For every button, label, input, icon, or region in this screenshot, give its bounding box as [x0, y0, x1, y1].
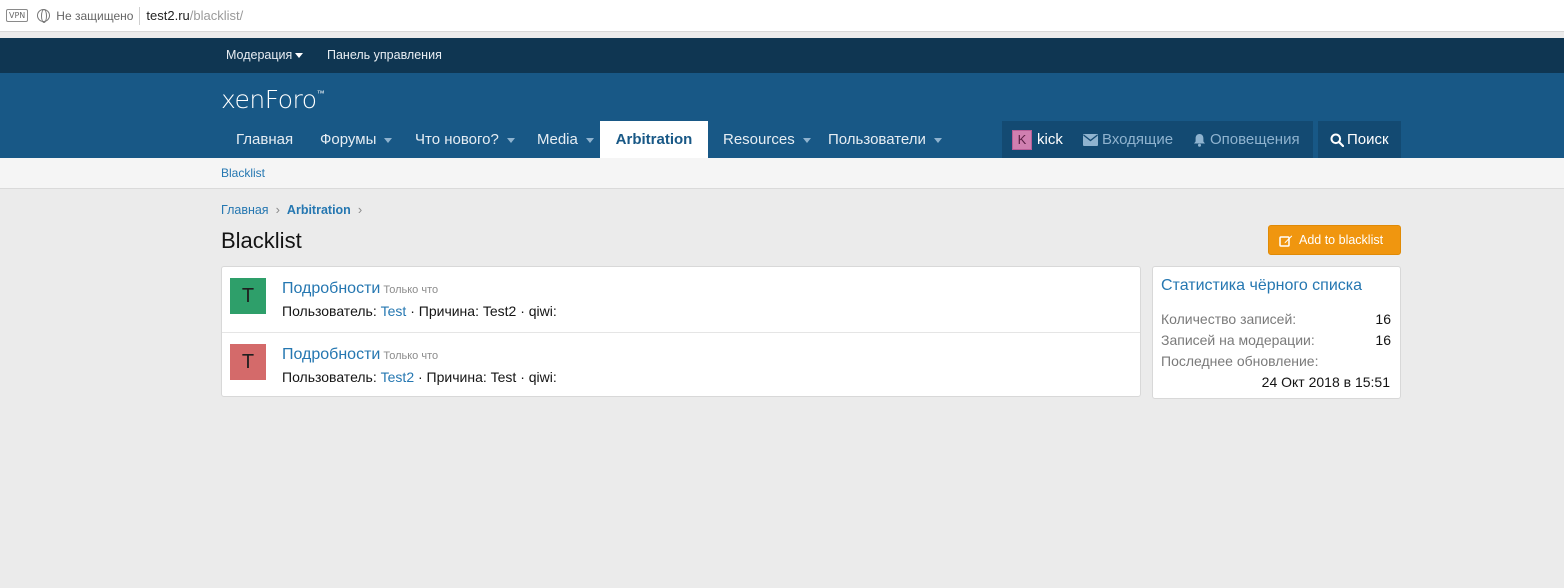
bell-icon [1194, 134, 1205, 147]
user-label: Пользователь: [282, 303, 377, 319]
stats-records-value: 16 [1375, 311, 1391, 327]
tab-label: Форумы [320, 131, 377, 148]
entry-title: Подробности Только что [282, 346, 438, 364]
sub-nav: Blacklist [0, 158, 1564, 189]
vpn-badge[interactable]: VPN [6, 9, 29, 22]
logo-tm: ™ [316, 89, 325, 98]
divider [139, 6, 141, 25]
tab-label: Resources [723, 131, 795, 148]
list-item: T Подробности Только что Пользователь: Te… [222, 267, 1140, 332]
tab-label: Media [537, 131, 578, 148]
moderation-label: Модерация [226, 48, 293, 62]
stats-records-row: Количество записей: 16 [1161, 311, 1391, 327]
inbox-label: Входящие [1102, 131, 1174, 148]
page-title: Blacklist [221, 228, 302, 253]
breadcrumb-arbitration[interactable]: Arbitration [287, 203, 351, 217]
security-status[interactable]: Не защищено [56, 9, 133, 23]
stats-records-label: Количество записей: [1161, 311, 1297, 327]
chevron-down-icon [295, 53, 304, 59]
stats-moderation-label: Записей на модерации: [1161, 332, 1315, 348]
breadcrumb: Главная › Arbitration › [221, 202, 369, 217]
inbox-link[interactable]: Входящие [1083, 121, 1173, 158]
avatar[interactable]: T [230, 278, 266, 314]
chevron-down-icon[interactable] [585, 137, 594, 143]
tab-arbitration[interactable]: Arbitration [600, 121, 708, 158]
subnav-blacklist-link[interactable]: Blacklist [221, 166, 265, 180]
stats-title[interactable]: Статистика чёрного списка [1161, 277, 1362, 295]
entry-time: Только что [383, 350, 439, 362]
url-host[interactable]: test2.ru [146, 8, 189, 23]
stats-last-update-label: Последнее обновление: [1161, 353, 1319, 369]
blacklist-stats-widget: Статистика чёрного списка Количество зап… [1152, 266, 1401, 399]
site-logo[interactable]: xenForo™ [221, 85, 325, 114]
moderation-menu[interactable]: Модерация [226, 38, 304, 73]
avatar: K [1012, 130, 1032, 151]
alerts-link[interactable]: Оповещения [1193, 121, 1300, 158]
breadcrumb-home[interactable]: Главная [221, 203, 269, 217]
tab-label: Что нового? [415, 131, 499, 148]
alerts-label: Оповещения [1210, 131, 1300, 148]
edit-icon [1279, 235, 1293, 247]
search-button[interactable]: Поиск [1318, 121, 1401, 158]
site-header: xenForo™ Главная Форумы Что нового? Medi… [0, 73, 1564, 158]
entry-info: Пользователь: Test · Причина: Test2 · qi… [282, 303, 557, 319]
user-area: Kkick Входящие Оповещения [1002, 121, 1313, 158]
entry-details-link[interactable]: Подробности [282, 346, 380, 363]
entry-time: Только что [383, 284, 439, 296]
entry-reason: · Причина: Test2 · qiwi: [410, 303, 557, 319]
search-icon [1330, 133, 1345, 148]
entry-title: Подробности Только что [282, 280, 438, 298]
list-item: T Подробности Только что Пользователь: Te… [222, 332, 1140, 397]
envelope-icon [1083, 134, 1098, 147]
account-link[interactable]: Kkick [1012, 121, 1063, 158]
chevron-down-icon[interactable] [802, 137, 811, 143]
stats-last-update-row: Последнее обновление: [1161, 353, 1391, 369]
tab-media[interactable]: Media [537, 121, 594, 158]
tab-members[interactable]: Пользователи [828, 121, 942, 158]
stats-moderation-value: 16 [1375, 332, 1391, 348]
tab-label: Главная [236, 131, 294, 148]
chevron-right-icon: › [357, 202, 363, 217]
user-label: Пользователь: [282, 369, 377, 385]
stats-moderation-row: Записей на модерации: 16 [1161, 332, 1391, 348]
tab-label: Arbitration [615, 131, 693, 148]
url-path[interactable]: /blacklist/ [190, 8, 243, 23]
entry-user-link[interactable]: Test2 [381, 369, 414, 385]
chevron-down-icon[interactable] [384, 137, 393, 143]
tab-label: Пользователи [828, 131, 926, 148]
search-label: Поиск [1347, 131, 1389, 148]
browser-address-bar[interactable]: VPN Не защищено test2.ru/blacklist/ [0, 0, 1564, 32]
add-to-blacklist-button[interactable]: Add to blacklist [1268, 225, 1401, 255]
staff-bar: Модерация Панель управления [0, 38, 1564, 73]
tab-forums[interactable]: Форумы [320, 121, 393, 158]
stats-last-update-value: 24 Окт 2018 в 15:51 [1261, 374, 1390, 390]
avatar[interactable]: T [230, 344, 266, 380]
control-panel-link[interactable]: Панель управления [327, 38, 442, 73]
username: kick [1037, 131, 1063, 148]
logo-text: xenForo [221, 85, 317, 114]
tab-home[interactable]: Главная [236, 121, 293, 158]
chevron-right-icon: › [275, 202, 280, 217]
add-to-blacklist-label: Add to blacklist [1299, 233, 1384, 247]
entry-details-link[interactable]: Подробности [282, 280, 380, 297]
entry-reason: · Причина: Test · qiwi: [418, 369, 557, 385]
blacklist-list: T Подробности Только что Пользователь: Te… [221, 266, 1141, 397]
chevron-down-icon[interactable] [506, 137, 515, 143]
tab-resources[interactable]: Resources [723, 121, 811, 158]
tab-whats-new[interactable]: Что нового? [415, 121, 515, 158]
globe-icon [37, 9, 51, 23]
chevron-down-icon[interactable] [933, 137, 942, 143]
entry-info: Пользователь: Test2 · Причина: Test · qi… [282, 369, 557, 385]
entry-user-link[interactable]: Test [381, 303, 407, 319]
